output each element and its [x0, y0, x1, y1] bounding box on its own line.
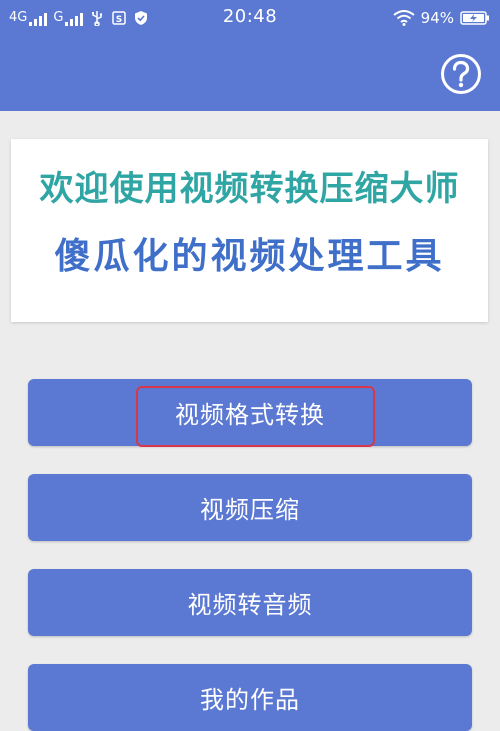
video-to-audio-button[interactable]: 视频转音频: [28, 569, 472, 636]
help-icon[interactable]: [440, 53, 482, 95]
battery-charging-icon: [460, 11, 489, 25]
battery-percent: 94%: [420, 9, 454, 27]
video-format-convert-button[interactable]: 视频格式转换: [28, 379, 472, 446]
video-compress-button[interactable]: 视频压缩: [28, 474, 472, 541]
welcome-banner: 欢迎使用视频转换压缩大师 傻瓜化的视频处理工具: [11, 139, 488, 322]
my-works-button[interactable]: 我的作品: [28, 664, 472, 731]
wifi-icon: [393, 10, 415, 26]
welcome-subtitle: 傻瓜化的视频处理工具: [54, 236, 445, 277]
status-bar: 4G G S 20:48 94%: [0, 0, 500, 36]
welcome-title: 欢迎使用视频转换压缩大师: [39, 169, 460, 209]
status-right-group: 94%: [393, 8, 490, 28]
top-app-bar: 4G G S 20:48 94%: [0, 0, 500, 111]
